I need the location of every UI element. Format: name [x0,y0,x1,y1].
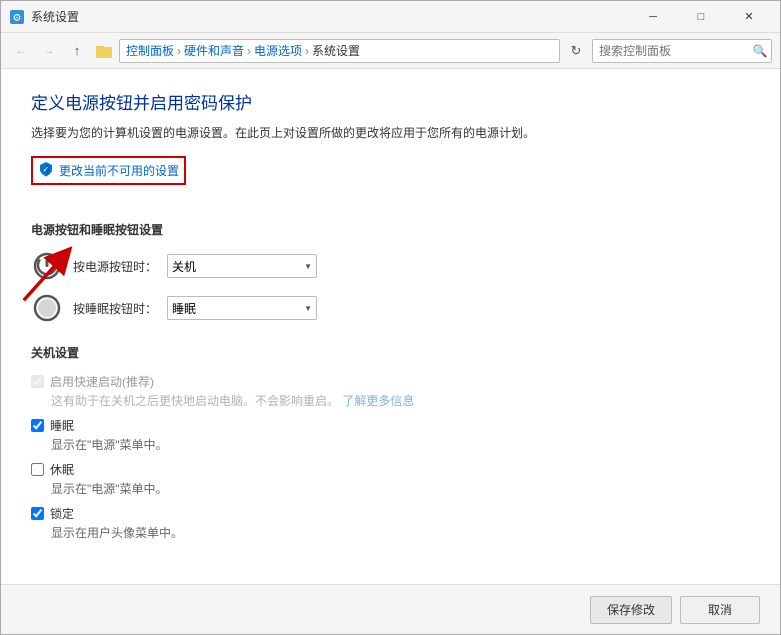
power-buttons-section: 电源按钮和睡眠按钮设置 按电源按钮时： 关机 ▼ [31,221,750,324]
change-settings-container: ✓ 更改当前不可用的设置 [31,156,750,203]
sleep-shutdown-desc: 显示在"电源"菜单中。 [51,436,750,453]
folder-icon [95,42,113,60]
window-title: 系统设置 [31,8,630,25]
hibernate-row: 休眠 [31,461,750,478]
breadcrumb-controlpanel[interactable]: 控制面板 [126,42,174,59]
hibernate-label: 休眠 [50,461,74,478]
page-title: 定义电源按钮并启用密码保护 [31,89,750,114]
title-bar: ⚙ 系统设置 ─ □ ✕ [1,1,780,33]
shield-icon: ✓ [38,161,54,180]
breadcrumb-current: 系统设置 [312,42,360,59]
cancel-button[interactable]: 取消 [680,596,760,624]
window-icon: ⚙ [9,9,25,25]
lock-label: 锁定 [50,505,74,522]
hibernate-desc: 显示在"电源"菜单中。 [51,480,750,497]
minimize-button[interactable]: ─ [630,1,676,33]
change-settings-label: 更改当前不可用的设置 [59,162,179,179]
power-button-dropdown[interactable]: 关机 ▼ [167,254,317,278]
close-button[interactable]: ✕ [726,1,772,33]
hibernate-checkbox[interactable] [31,463,44,476]
sleep-shutdown-label: 睡眠 [50,417,74,434]
search-input[interactable] [592,39,772,63]
up-button[interactable]: ↑ [65,39,89,63]
change-settings-button[interactable]: ✓ 更改当前不可用的设置 [31,156,186,185]
save-button[interactable]: 保存修改 [590,596,672,624]
sleep-shutdown-checkbox[interactable] [31,419,44,432]
system-settings-window: ⚙ 系统设置 ─ □ ✕ ← → ↑ 控制面板 › 硬件和声音 › 电源选项 [0,0,781,635]
main-content: 定义电源按钮并启用密码保护 选择要为您的计算机设置的电源设置。在此页上对设置所做… [1,69,780,584]
address-bar: ← → ↑ 控制面板 › 硬件和声音 › 电源选项 › 系统设置 ↻ 🔍 [1,33,780,69]
sleep-button-label: 按睡眠按钮时： [73,300,157,317]
sleep-button-value: 睡眠 [172,300,196,317]
search-button[interactable]: 🔍 [752,43,768,59]
sleep-icon [31,292,63,324]
power-button-row: 按电源按钮时： 关机 ▼ [31,250,750,282]
power-dropdown-arrow: ▼ [304,262,312,271]
power-button-value: 关机 [172,258,196,275]
refresh-button[interactable]: ↻ [564,39,588,63]
shutdown-title: 关机设置 [31,344,750,363]
shutdown-section: 关机设置 启用快速启动(推荐) 这有助于在关机之后更快地启动电脑。不会影响重启。… [31,344,750,541]
window-controls: ─ □ ✕ [630,1,772,33]
lock-checkbox[interactable] [31,507,44,520]
learn-more-link[interactable]: 了解更多信息 [342,394,414,408]
power-button-label: 按电源按钮时： [73,258,157,275]
power-buttons-title: 电源按钮和睡眠按钮设置 [31,221,750,240]
breadcrumb: 控制面板 › 硬件和声音 › 电源选项 › 系统设置 [119,39,560,63]
fast-startup-row: 启用快速启动(推荐) [31,373,750,390]
fast-startup-checkbox[interactable] [31,375,44,388]
lock-desc: 显示在用户头像菜单中。 [51,524,750,541]
forward-button[interactable]: → [37,39,61,63]
breadcrumb-hardware[interactable]: 硬件和声音 [184,42,244,59]
fast-startup-desc: 这有助于在关机之后更快地启动电脑。不会影响重启。 了解更多信息 [51,392,750,409]
sleep-dropdown-arrow: ▼ [304,304,312,313]
svg-text:✓: ✓ [43,165,50,174]
breadcrumb-power[interactable]: 电源选项 [254,42,302,59]
sleep-button-row: 按睡眠按钮时： 睡眠 ▼ [31,292,750,324]
back-button[interactable]: ← [9,39,33,63]
fast-startup-label: 启用快速启动(推荐) [50,373,154,390]
search-wrap: 🔍 [592,39,772,63]
footer: 保存修改 取消 [1,584,780,634]
maximize-button[interactable]: □ [678,1,724,33]
power-icon [31,250,63,282]
sleep-shutdown-row: 睡眠 [31,417,750,434]
sleep-button-dropdown[interactable]: 睡眠 ▼ [167,296,317,320]
page-subtitle: 选择要为您的计算机设置的电源设置。在此页上对设置所做的更改将应用于您所有的电源计… [31,124,750,142]
svg-text:⚙: ⚙ [13,13,22,24]
lock-row: 锁定 [31,505,750,522]
